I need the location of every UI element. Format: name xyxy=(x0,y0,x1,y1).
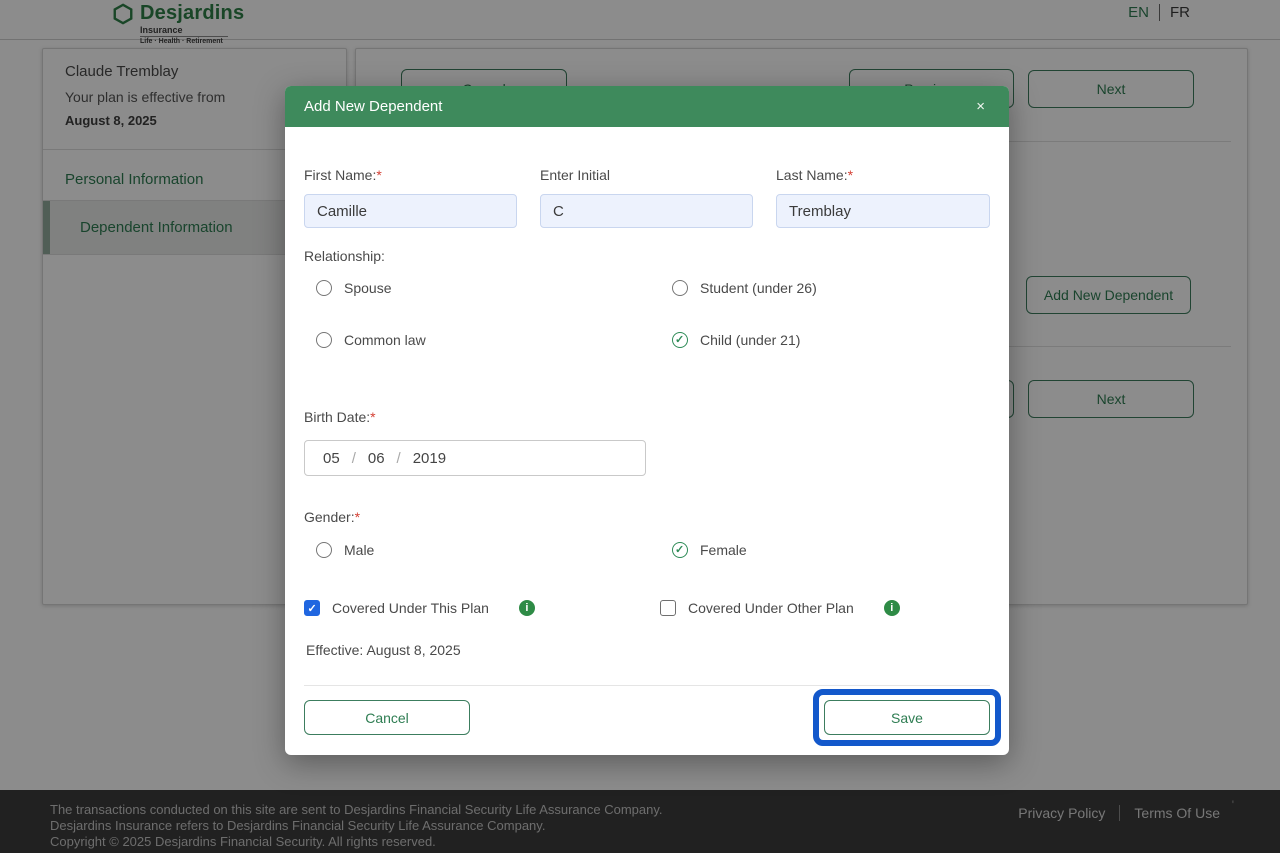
birth-month: 06 xyxy=(368,450,385,467)
radio-label: Student (under 26) xyxy=(700,280,817,296)
required-asterisk: * xyxy=(376,167,381,183)
radio-child-under-21[interactable]: Child (under 21) xyxy=(660,331,990,348)
radio-label: Male xyxy=(344,542,374,558)
radio-checked-icon xyxy=(672,542,688,558)
radio-student-under-26[interactable]: Student (under 26) xyxy=(660,279,990,296)
effective-date-text: Effective: August 8, 2025 xyxy=(304,642,990,658)
radio-label: Female xyxy=(700,542,747,558)
button-label: Save xyxy=(891,710,923,726)
first-name-input[interactable] xyxy=(304,194,517,228)
modal-title: Add New Dependent xyxy=(304,98,442,115)
radio-unchecked-icon xyxy=(316,280,332,296)
save-button[interactable]: Save xyxy=(824,700,990,735)
birth-day: 05 xyxy=(323,450,340,467)
add-new-dependent-modal: Add New Dependent × First Name:* Enter I… xyxy=(285,86,1009,755)
gender-options: Male Female xyxy=(304,541,990,558)
radio-label: Common law xyxy=(344,332,426,348)
checkbox-checked-icon xyxy=(304,600,320,616)
checkbox-unchecked-icon xyxy=(660,600,676,616)
required-asterisk: * xyxy=(370,409,375,425)
close-icon[interactable]: × xyxy=(976,99,985,114)
last-name-input[interactable] xyxy=(776,194,990,228)
required-asterisk: * xyxy=(355,509,360,525)
radio-checked-icon xyxy=(672,332,688,348)
coverage-options: Covered Under This Plan i Covered Under … xyxy=(304,599,990,617)
date-separator: / xyxy=(352,450,356,467)
covered-under-this-plan-checkbox[interactable]: Covered Under This Plan i xyxy=(304,599,660,617)
checkbox-label: Covered Under This Plan xyxy=(332,600,489,616)
radio-male[interactable]: Male xyxy=(304,541,660,558)
covered-under-other-plan-checkbox[interactable]: Covered Under Other Plan i xyxy=(660,599,990,617)
modal-footer-divider xyxy=(304,685,990,686)
date-separator: / xyxy=(397,450,401,467)
last-name-label: Last Name:* xyxy=(776,167,990,185)
radio-unchecked-icon xyxy=(316,332,332,348)
radio-unchecked-icon xyxy=(672,280,688,296)
radio-label: Child (under 21) xyxy=(700,332,800,348)
modal-body: First Name:* Enter Initial Last Name:* R… xyxy=(285,167,1009,756)
modal-actions: Cancel Save xyxy=(304,700,990,735)
radio-label: Spouse xyxy=(344,280,391,296)
initial-input[interactable] xyxy=(540,194,753,228)
birth-date-input[interactable]: 05 / 06 / 2019 xyxy=(304,440,646,476)
info-icon[interactable]: i xyxy=(519,600,535,616)
relationship-label: Relationship: xyxy=(304,248,990,266)
save-highlight-ring: Save xyxy=(813,689,1001,746)
info-icon[interactable]: i xyxy=(884,600,900,616)
modal-header: Add New Dependent × xyxy=(285,86,1009,127)
button-label: Cancel xyxy=(365,710,409,726)
radio-unchecked-icon xyxy=(316,542,332,558)
birth-date-label: Birth Date:* xyxy=(304,409,990,427)
relationship-options: Spouse Student (under 26) Common law Chi… xyxy=(304,279,990,348)
initial-label: Enter Initial xyxy=(540,167,753,185)
required-asterisk: * xyxy=(848,167,853,183)
checkbox-label: Covered Under Other Plan xyxy=(688,600,854,616)
cancel-button[interactable]: Cancel xyxy=(304,700,470,735)
birth-year: 2019 xyxy=(413,450,446,467)
gender-label: Gender:* xyxy=(304,509,990,527)
radio-common-law[interactable]: Common law xyxy=(304,331,660,348)
radio-spouse[interactable]: Spouse xyxy=(304,279,660,296)
radio-female[interactable]: Female xyxy=(660,541,990,558)
first-name-label: First Name:* xyxy=(304,167,517,185)
